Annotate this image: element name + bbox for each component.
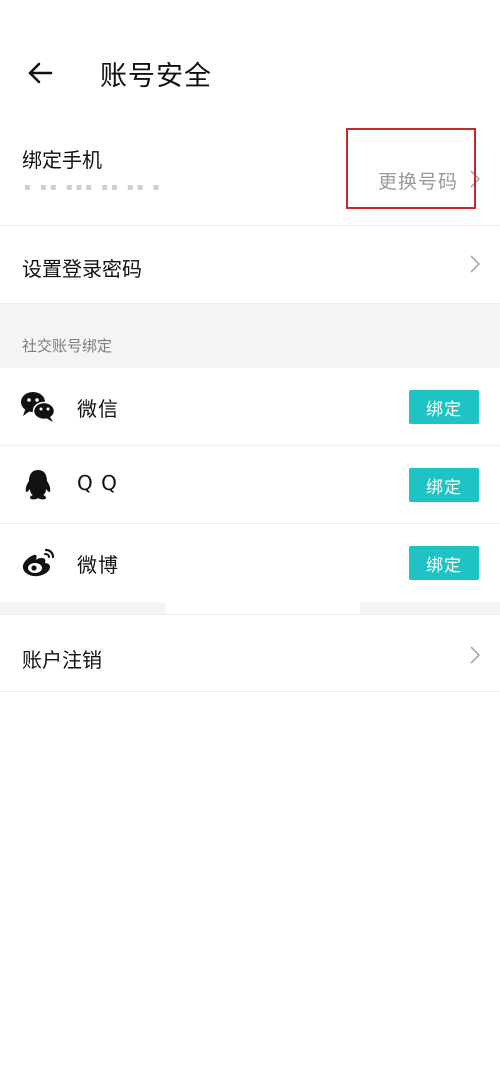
qq-row: Q Q 绑定 — [0, 446, 500, 524]
set-password-label: 设置登录密码 — [22, 257, 142, 281]
deactivate-account-label: 账户注销 — [22, 648, 102, 672]
qq-bind-button[interactable]: 绑定 — [409, 468, 479, 502]
wechat-row: 微信 绑定 — [0, 368, 500, 446]
wechat-icon — [20, 389, 56, 425]
qq-label: Q Q — [77, 471, 118, 495]
deactivate-account-row[interactable]: 账户注销 — [0, 614, 500, 692]
chevron-right-icon — [470, 646, 481, 664]
change-number-link[interactable]: 更换号码 — [378, 167, 458, 194]
bind-phone-row: 绑定手机 ▪ ▪▪ ▪▪▪ ▪▪ ▪▪ ▪ 更换号码 — [0, 110, 500, 226]
back-button[interactable] — [22, 55, 58, 91]
weibo-icon — [20, 545, 56, 581]
bind-phone-label: 绑定手机 — [22, 148, 102, 172]
chevron-right-icon — [470, 255, 481, 273]
set-password-row[interactable]: 设置登录密码 — [0, 226, 500, 304]
masked-phone-number: ▪ ▪▪ ▪▪▪ ▪▪ ▪▪ ▪ — [24, 182, 163, 193]
weibo-label: 微博 — [77, 553, 119, 577]
qq-icon — [20, 467, 56, 503]
social-section-header: 社交账号绑定 — [0, 304, 500, 368]
wechat-bind-button[interactable]: 绑定 — [409, 390, 479, 424]
page-title: 账号安全 — [100, 61, 212, 92]
white-patch — [166, 524, 360, 614]
wechat-label: 微信 — [77, 397, 119, 421]
social-section-title: 社交账号绑定 — [22, 337, 113, 355]
chevron-right-icon[interactable] — [468, 168, 482, 190]
arrow-left-icon[interactable] — [25, 58, 55, 88]
weibo-bind-button[interactable]: 绑定 — [409, 546, 479, 580]
